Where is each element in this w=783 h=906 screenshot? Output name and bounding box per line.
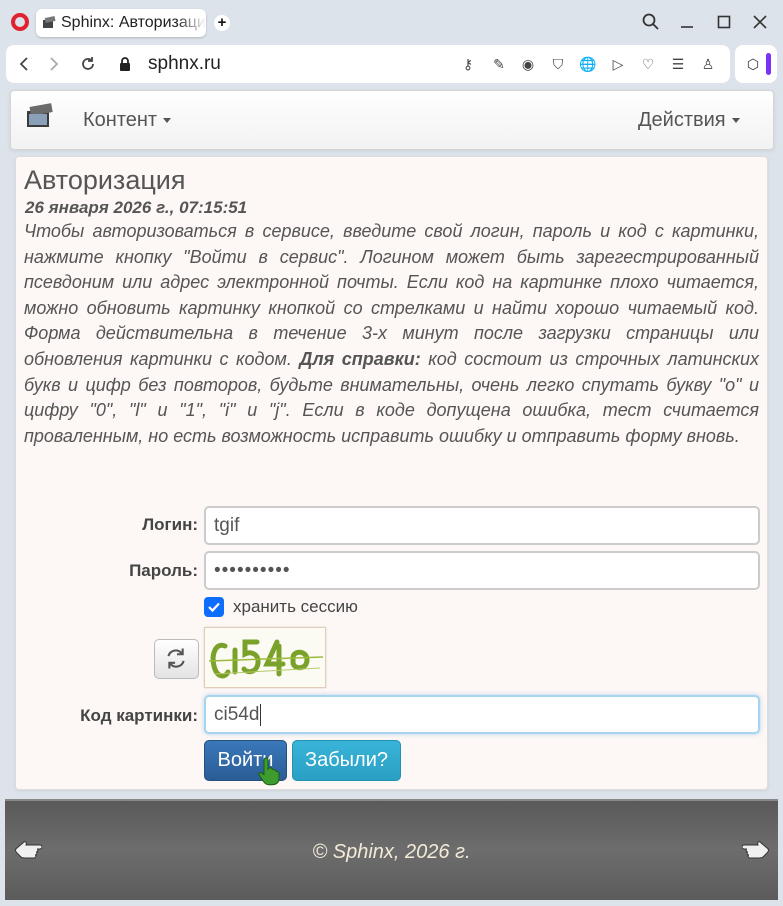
page-date: 26 января 2026 г., 07:15:51 (25, 198, 248, 217)
site-favicon-icon (43, 16, 56, 28)
cube-icon[interactable]: ⬡ (744, 55, 762, 73)
footer-copyright: © Sphinx, 2026 г. (312, 841, 471, 863)
captcha-input[interactable]: ci54d (204, 695, 760, 734)
intro-text: Чтобы авторизоваться в сервисе, введите … (24, 221, 759, 446)
maximize-icon[interactable] (714, 12, 734, 32)
address-bar[interactable]: sphnx.ru ⚷ ✎ ◉ ⛉ 🌐 ▷ ♡ ☰ ♙ (6, 45, 730, 83)
heart-icon[interactable]: ♡ (639, 55, 657, 73)
chevron-down-icon (163, 118, 172, 124)
site-footer: © Sphinx, 2026 г. (5, 799, 778, 900)
browser-tab-bar: Sphinx: Авторизация + (0, 0, 783, 44)
send-icon[interactable]: ▷ (609, 55, 627, 73)
menu-icon[interactable]: ☰ (669, 55, 687, 73)
browser-tab[interactable]: Sphinx: Авторизация (36, 9, 206, 37)
translate-icon[interactable]: 🌐 (579, 55, 597, 73)
captcha-label: Код картинки: (80, 706, 198, 725)
edit-icon[interactable]: ✎ (490, 55, 508, 73)
actions-menu[interactable]: Действия (638, 109, 740, 132)
shield-icon[interactable]: ⛉ (549, 55, 567, 73)
tab-title: Sphinx: Авторизация (61, 14, 206, 31)
opera-logo-icon[interactable] (11, 13, 29, 31)
refresh-captcha-button[interactable] (154, 639, 199, 679)
lock-icon[interactable] (119, 56, 131, 72)
intro-bold: Для справки: (299, 348, 421, 369)
minimize-icon[interactable] (677, 12, 697, 32)
sidebar-indicator[interactable] (766, 53, 771, 75)
content-menu-label: Контент (83, 109, 158, 131)
close-icon[interactable] (750, 12, 770, 32)
password-label: Пароль: (129, 561, 198, 580)
password-input[interactable]: •••••••••• (204, 551, 760, 590)
check-icon (208, 602, 220, 613)
hand-cursor-icon (258, 757, 280, 786)
page-title: Авторизация (24, 165, 186, 195)
auth-panel: Авторизация 26 января 2026 г., 07:15:51 … (15, 156, 768, 790)
key-icon[interactable]: ⚷ (459, 55, 477, 73)
back-icon[interactable] (14, 54, 34, 74)
login-label: Логин: (142, 515, 198, 534)
content-menu[interactable]: Контент (83, 109, 172, 132)
captcha-image (204, 627, 326, 688)
remember-session-label[interactable]: хранить сессию (233, 597, 358, 617)
camera-icon[interactable]: ◉ (519, 55, 537, 73)
text-caret (260, 703, 262, 726)
captcha-picture (205, 628, 325, 687)
hand-right-icon[interactable] (742, 839, 770, 861)
forward-icon[interactable] (44, 54, 64, 74)
refresh-icon (167, 648, 185, 669)
profile-icon[interactable]: ♙ (699, 55, 717, 73)
actions-menu-label: Действия (638, 109, 726, 131)
forgot-password-button[interactable]: Забыли? (292, 740, 401, 781)
search-icon[interactable] (641, 12, 661, 32)
site-logo-icon[interactable] (26, 103, 54, 129)
login-input[interactable]: tgif (204, 506, 760, 545)
reload-icon[interactable] (78, 54, 98, 74)
site-navbar: Контент Действия (10, 90, 774, 150)
remember-session-checkbox[interactable] (204, 597, 224, 617)
new-tab-icon[interactable]: + (214, 15, 230, 31)
chevron-down-icon (731, 118, 740, 124)
captcha-input-value: ci54d (214, 704, 260, 725)
url-text[interactable]: sphnx.ru (148, 53, 221, 75)
extensions-area: ⬡ (735, 45, 777, 83)
